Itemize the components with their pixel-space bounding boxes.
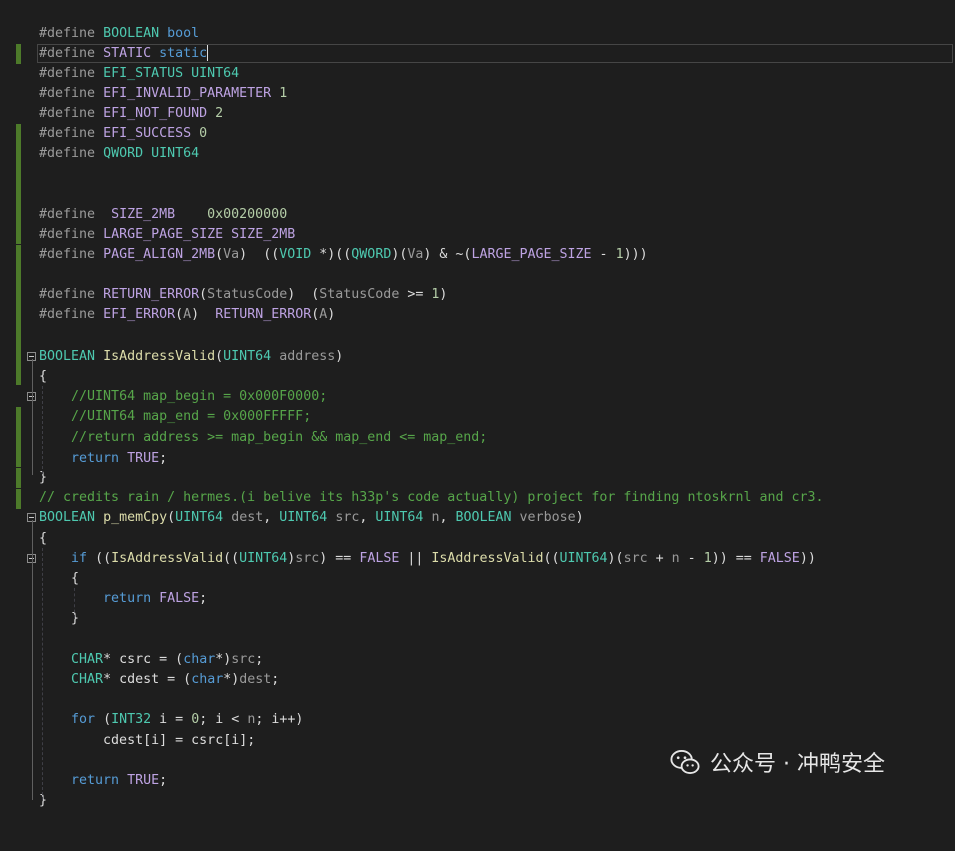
line-text: #define SIZE_2MB 0x00200000	[39, 207, 288, 222]
line-text: CHAR* cdest = (char*)dest;	[71, 672, 280, 687]
line-text: #define PAGE_ALIGN_2MB(Va) ((VOID *)((QW…	[39, 247, 648, 262]
line-text: if ((IsAddressValid((UINT64)src) == FALS…	[71, 551, 816, 566]
wechat-icon	[670, 750, 700, 774]
line-text: }	[39, 470, 48, 485]
code-line[interactable]: // credits rain / hermes.(i belive its h…	[0, 488, 955, 508]
code-line[interactable]: return TRUE;	[0, 449, 955, 509]
line-text: }	[39, 793, 48, 808]
code-line[interactable]: //UINT64 map_end = 0x000FFFFF;	[0, 407, 955, 467]
code-line[interactable]: for (INT32 i = 0; i < n; i++)	[0, 710, 955, 730]
line-text: #define STATIC static	[39, 45, 209, 61]
code-line[interactable]: {	[0, 529, 955, 549]
code-line[interactable]: #define EFI_INVALID_PARAMETER 1	[0, 84, 955, 144]
line-text: //UINT64 map_end = 0x000FFFFF;	[71, 409, 312, 424]
code-line[interactable]: #define SIZE_2MB 0x00200000	[0, 205, 955, 265]
watermark: 公众号 · 冲鸭安全	[668, 744, 885, 780]
code-line[interactable]	[0, 265, 955, 325]
code-line[interactable]: BOOLEAN p_memCpy(UINT64 dest, UINT64 src…	[0, 508, 955, 528]
code-line[interactable]: #define PAGE_ALIGN_2MB(Va) ((VOID *)((QW…	[0, 245, 955, 305]
line-text: BOOLEAN IsAddressValid(UINT64 address)	[39, 349, 344, 364]
code-line[interactable]	[0, 630, 955, 650]
line-text: return TRUE;	[71, 451, 168, 466]
line-text: {	[39, 531, 48, 546]
code-line[interactable]	[0, 4, 955, 64]
line-text: // credits rain / hermes.(i belive its h…	[39, 490, 824, 505]
fold-guide	[32, 520, 33, 800]
line-text: cdest[i] = csrc[i];	[103, 733, 256, 748]
indent-guide	[74, 588, 75, 618]
watermark-text: 公众号 · 冲鸭安全	[710, 752, 885, 777]
line-text: //return address >= map_begin && map_end…	[71, 430, 488, 445]
indent-guide	[42, 386, 43, 474]
code-editor[interactable]: #define BOOLEAN bool #define STATIC stat…	[0, 0, 955, 808]
line-text: #define BOOLEAN bool	[39, 26, 200, 41]
line-text: {	[39, 369, 48, 384]
code-line[interactable]: #define EFI_NOT_FOUND 2	[0, 104, 955, 164]
code-line[interactable]: }	[0, 468, 955, 488]
code-line[interactable]	[0, 164, 955, 224]
code-line[interactable]	[0, 690, 955, 710]
line-text: //UINT64 map_begin = 0x000F0000;	[71, 389, 328, 404]
line-text: #define EFI_INVALID_PARAMETER 1	[39, 86, 288, 101]
line-text: return TRUE;	[71, 773, 168, 788]
line-text: return FALSE;	[103, 591, 208, 606]
code-line[interactable]: #define LARGE_PAGE_SIZE SIZE_2MB	[0, 225, 955, 285]
fold-guide	[32, 359, 33, 475]
code-line[interactable]: {	[0, 569, 955, 589]
code-line[interactable]: return FALSE;	[0, 589, 955, 609]
code-line[interactable]: {	[0, 367, 955, 427]
code-line[interactable]: #define QWORD UINT64	[0, 144, 955, 204]
indent-guide	[42, 548, 43, 800]
code-line[interactable]: }	[0, 791, 955, 811]
code-line[interactable]: //return address >= map_begin && map_end…	[0, 428, 955, 488]
code-line[interactable]: if ((IsAddressValid((UINT64)src) == FALS…	[0, 549, 955, 569]
line-text: #define RETURN_ERROR(StatusCode) (Status…	[39, 287, 448, 302]
line-text: {	[71, 571, 80, 586]
code-line[interactable]	[0, 325, 955, 385]
line-text: #define EFI_NOT_FOUND 2	[39, 106, 224, 121]
line-text: for (INT32 i = 0; i < n; i++)	[71, 712, 304, 727]
code-line-current[interactable]: #define STATIC static	[0, 44, 955, 64]
code-line[interactable]: #define RETURN_ERROR(StatusCode) (Status…	[0, 285, 955, 345]
line-text: #define QWORD UINT64	[39, 146, 200, 161]
code-line[interactable]: #define EFI_SUCCESS 0	[0, 124, 955, 184]
code-line[interactable]: CHAR* csrc = (char*)src;	[0, 650, 955, 670]
code-line[interactable]: //UINT64 map_begin = 0x000F0000;	[0, 387, 955, 447]
code-line[interactable]: }	[0, 609, 955, 629]
line-text: BOOLEAN p_memCpy(UINT64 dest, UINT64 src…	[39, 510, 584, 525]
line-text: #define EFI_SUCCESS 0	[39, 126, 208, 141]
code-line[interactable]	[0, 184, 955, 244]
line-text: #define LARGE_PAGE_SIZE SIZE_2MB	[39, 227, 296, 242]
text-caret	[207, 45, 209, 61]
code-line[interactable]: CHAR* cdest = (char*)dest;	[0, 670, 955, 690]
code-line[interactable]: BOOLEAN IsAddressValid(UINT64 address)	[0, 347, 955, 367]
code-line[interactable]: #define BOOLEAN bool	[0, 24, 955, 44]
line-text: #define EFI_ERROR(A) RETURN_ERROR(A)	[39, 307, 336, 322]
line-text: CHAR* csrc = (char*)src;	[71, 652, 264, 667]
code-line[interactable]: #define EFI_STATUS UINT64	[0, 64, 955, 84]
line-text: #define EFI_STATUS UINT64	[39, 66, 240, 81]
code-line[interactable]: #define EFI_ERROR(A) RETURN_ERROR(A)	[0, 305, 955, 365]
